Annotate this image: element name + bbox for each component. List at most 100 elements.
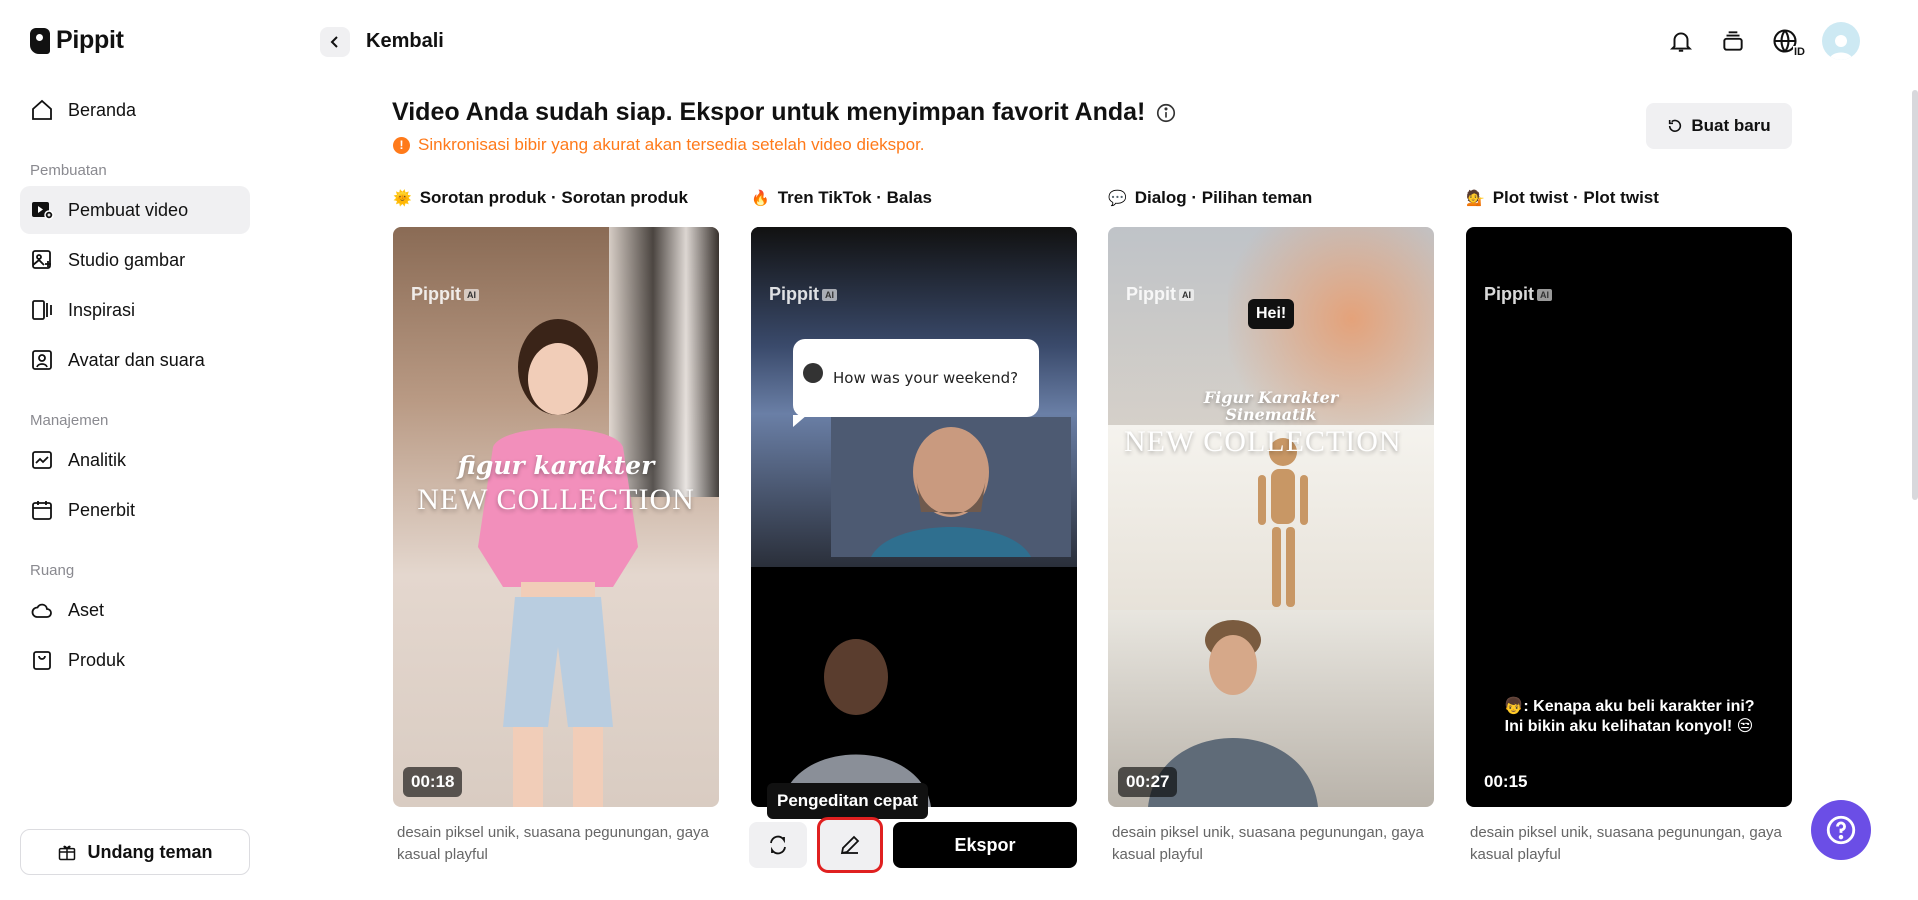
video-preview-3[interactable]: Hei! Figur Karakter Sinematik NEW COLLEC… xyxy=(1108,227,1434,807)
sidebar-item-label: Aset xyxy=(68,599,105,620)
logo-icon xyxy=(30,27,50,54)
inspiration-icon xyxy=(32,300,52,320)
hei-label: Hei! xyxy=(1248,299,1295,329)
notice-text: Sinkronisasi bibir yang akurat akan ters… xyxy=(418,135,925,154)
chat-bubble-text: How was your weekend? xyxy=(833,369,1019,387)
info-icon[interactable] xyxy=(1155,102,1177,124)
card-title-text: Sorotan produk · Sorotan produk xyxy=(419,188,688,207)
sidebar-item-label: Pembuat video xyxy=(68,199,189,220)
sidebar-item-label: Avatar dan suara xyxy=(68,349,205,370)
chevron-left-icon xyxy=(330,36,338,48)
sidebar-item-label: Penerbit xyxy=(68,499,136,520)
sidebar-item-penerbit[interactable]: Penerbit xyxy=(20,486,250,534)
cloud-icon xyxy=(31,603,52,618)
overlay-big-text: NEW COLLECTION xyxy=(417,483,695,516)
overlay-script-text: figur karakter xyxy=(457,451,655,480)
pippit-watermark: Pippit AI xyxy=(411,284,479,305)
scrollbar[interactable] xyxy=(1912,90,1918,500)
watermark-badge: AI xyxy=(1537,288,1552,301)
page-title-text: Video Anda sudah siap. Ekspor untuk meny… xyxy=(392,98,1146,126)
video-preview-4[interactable]: Pippit AI 👦: Kenapa aku beli karakter in… xyxy=(1466,227,1792,807)
bearded-man-figure xyxy=(831,417,1071,557)
duration-badge: 00:18 xyxy=(403,767,463,797)
fire-icon: 🔥 xyxy=(751,190,770,207)
sidebar-item-aset[interactable]: Aset xyxy=(20,586,250,634)
section-pembuatan: Pembuatan xyxy=(30,162,107,179)
card-description-3: desain piksel unik, suasana pegunungan, … xyxy=(1112,824,1424,863)
presenter-figure xyxy=(781,639,931,807)
avatar-voice-icon xyxy=(32,350,52,370)
page-title: Video Anda sudah siap. Ekspor untuk meny… xyxy=(392,98,1177,127)
image-studio-icon xyxy=(32,250,51,269)
speech-bubble-icon: 💬 xyxy=(1108,190,1127,207)
create-new-button[interactable]: Buat baru xyxy=(1646,103,1792,149)
overlay-big-text: NEW COLLECTION xyxy=(1124,425,1402,458)
quick-edit-tooltip: Pengeditan cepat xyxy=(767,783,928,825)
card-title-text: Dialog · Pilihan teman xyxy=(1134,188,1313,207)
duration-badge: 00:15 xyxy=(1476,767,1536,797)
sidebar-item-produk[interactable]: Produk xyxy=(20,636,250,684)
card-description-4: desain piksel unik, suasana pegunungan, … xyxy=(1470,824,1782,863)
gift-icon xyxy=(59,845,76,861)
refresh-icon xyxy=(1669,119,1682,132)
sidebar-item-avatar-suara[interactable]: Avatar dan suara xyxy=(20,336,250,384)
video-caption: 👦: Kenapa aku beli karakter ini? Ini bik… xyxy=(1466,697,1792,737)
watermark-text: Pippit xyxy=(1126,284,1176,304)
section-manajemen: Manajemen xyxy=(30,412,109,429)
question-icon xyxy=(1826,815,1856,845)
section-ruang: Ruang xyxy=(30,562,75,579)
back-button[interactable] xyxy=(320,27,350,57)
caption-line-1: 👦: Kenapa aku beli karakter ini? xyxy=(1503,698,1755,715)
export-button[interactable]: Ekspor xyxy=(893,822,1077,868)
sidebar-item-label: Studio gambar xyxy=(68,249,186,270)
card-title-3: 💬 Dialog · Pilihan teman xyxy=(1108,188,1312,208)
notification-bell-icon[interactable] xyxy=(1666,26,1696,56)
watermark-badge: AI xyxy=(1179,288,1194,301)
watermark-badge: AI xyxy=(464,288,479,301)
video-maker-icon xyxy=(32,202,54,220)
warning-icon: ! xyxy=(393,136,410,154)
help-button[interactable] xyxy=(1811,800,1871,860)
user-avatar[interactable] xyxy=(1822,22,1860,60)
quick-edit-button[interactable] xyxy=(817,817,883,873)
watermark-text: Pippit xyxy=(411,284,461,304)
pippit-watermark: Pippit AI xyxy=(1484,284,1552,305)
create-new-label: Buat baru xyxy=(1691,116,1771,135)
calendar-icon xyxy=(32,501,52,520)
sidebar-item-inspirasi[interactable]: Inspirasi xyxy=(20,286,250,334)
card-title-1: 🌞 Sorotan produk · Sorotan produk xyxy=(393,188,688,208)
logo-text: Pippit xyxy=(56,26,124,54)
pippit-logo[interactable]: Pippit xyxy=(30,26,124,55)
sidebar-item-label: Inspirasi xyxy=(68,299,136,320)
person-tipping-hand-icon: 💁 xyxy=(1466,190,1485,207)
subscription-stack-icon[interactable] xyxy=(1718,26,1748,56)
pencil-icon xyxy=(840,835,860,855)
card-title-4: 💁 Plot twist · Plot twist xyxy=(1466,188,1659,208)
language-badge: ID xyxy=(1793,46,1806,58)
duration-badge: 00:27 xyxy=(1118,767,1178,797)
regenerate-icon xyxy=(770,835,786,855)
sidebar-item-pembuat-video[interactable]: Pembuat video xyxy=(20,186,250,234)
sidebar-item-label: Beranda xyxy=(68,99,137,120)
watermark-badge: AI xyxy=(822,288,837,301)
invite-friends-button[interactable]: Undang teman xyxy=(20,829,250,875)
sidebar-item-analitik[interactable]: Analitik xyxy=(20,436,250,484)
card-description-1: desain piksel unik, suasana pegunungan, … xyxy=(397,824,709,863)
card-title-2: 🔥 Tren TikTok · Balas xyxy=(751,188,932,208)
sidebar-item-studio-gambar[interactable]: Studio gambar xyxy=(20,236,250,284)
overlay-script-text: Figur Karakter Sinematik xyxy=(1203,388,1339,424)
sidebar: Pippit Beranda Pembuatan Pembuat video S… xyxy=(0,0,270,900)
sidebar-item-beranda[interactable]: Beranda xyxy=(20,86,250,134)
woman-figure xyxy=(478,319,638,807)
pippit-watermark: Pippit AI xyxy=(1126,284,1194,305)
pippit-watermark: Pippit AI xyxy=(769,284,837,305)
language-globe-icon[interactable]: ID xyxy=(1770,26,1806,58)
video-preview-2[interactable]: How was your weekend? Pippit AI xyxy=(751,227,1077,807)
regenerate-button[interactable] xyxy=(749,822,807,868)
user-avatar-icon xyxy=(1829,35,1853,60)
back-label[interactable]: Kembali xyxy=(366,30,444,53)
video-preview-1[interactable]: Pippit AI figur karakter NEW COLLECTION … xyxy=(393,227,719,807)
watermark-text: Pippit xyxy=(1484,284,1534,304)
card-title-text: Tren TikTok · Balas xyxy=(777,188,932,207)
home-icon xyxy=(32,99,52,120)
